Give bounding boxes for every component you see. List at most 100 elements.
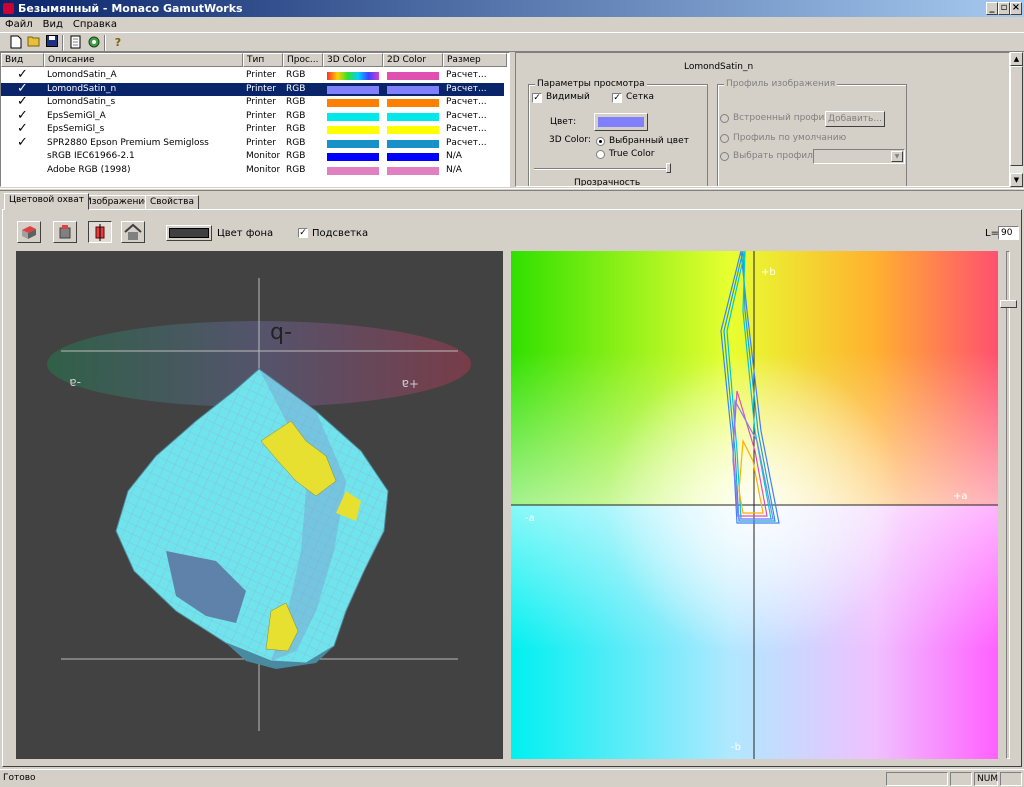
profile-type: Printer: [246, 97, 276, 107]
scroll-down-arrow[interactable]: ▼: [1010, 173, 1023, 187]
document-icon[interactable]: [68, 35, 84, 50]
new-file-icon[interactable]: [8, 35, 24, 50]
embedded-profile-radio[interactable]: [720, 114, 729, 123]
visibility-check[interactable]: ✓: [17, 110, 28, 122]
list-row[interactable]: ✓ EpsSemiGl_A Printer RGB Расчет...: [1, 110, 504, 123]
grid-checkbox[interactable]: ✓: [612, 93, 622, 103]
save-icon[interactable]: [44, 35, 60, 50]
visibility-check[interactable]: ✓: [17, 137, 28, 149]
chevron-down-icon: ▼: [891, 151, 903, 162]
color-3d-swatch[interactable]: [327, 166, 379, 175]
col-header-type[interactable]: Тип: [243, 53, 283, 67]
profile-type: Printer: [246, 137, 276, 148]
transparency-slider[interactable]: [534, 168, 670, 170]
menu-help[interactable]: Справка: [68, 19, 122, 30]
minimize-button-face[interactable]: _: [986, 2, 998, 15]
tab-gamut[interactable]: Цветовой охват: [4, 193, 89, 210]
profile-name: EpsSemiGl_A: [47, 110, 106, 121]
lightness-input[interactable]: 90: [998, 226, 1019, 240]
col-header-space[interactable]: Прос...: [283, 53, 323, 67]
tab-properties[interactable]: Свойства: [145, 195, 199, 210]
col-header-3d-color[interactable]: 3D Color: [323, 53, 383, 67]
color-3d-swatch[interactable]: [327, 85, 379, 94]
menu-view[interactable]: Вид: [38, 19, 68, 30]
open-folder-icon[interactable]: [26, 35, 42, 50]
col-header-view[interactable]: Вид: [1, 53, 44, 67]
highlight-checkbox[interactable]: ✓: [298, 228, 308, 238]
help-icon[interactable]: ?: [110, 35, 126, 50]
profile-name: LomondSatin_A: [47, 70, 117, 80]
selected-color-radio[interactable]: [596, 137, 605, 146]
minus-b-label: -b: [270, 321, 292, 346]
view-2d-slice-button[interactable]: [88, 221, 112, 243]
status-text: Готово: [3, 773, 36, 783]
color-3d-swatch[interactable]: [327, 126, 379, 134]
profile-space: RGB: [286, 70, 306, 80]
view-params-legend: Параметры просмотра: [535, 78, 647, 90]
lightness-slider-thumb[interactable]: [1000, 300, 1017, 308]
color-picker-button[interactable]: [594, 113, 648, 131]
lightness-slider-track[interactable]: [1006, 251, 1010, 759]
scroll-thumb[interactable]: [1010, 66, 1023, 166]
color-2d-swatch[interactable]: [387, 85, 439, 94]
profile-list[interactable]: Вид Описание Тип Прос... 3D Color 2D Col…: [0, 52, 510, 187]
profile-name: LomondSatin_s: [47, 97, 116, 107]
color-3d-swatch[interactable]: [327, 72, 379, 80]
toolbar-separator: [104, 35, 106, 51]
color-2d-swatch[interactable]: [387, 153, 439, 161]
view-3d-solid-button[interactable]: [17, 221, 41, 243]
visibility-check[interactable]: ✓: [17, 123, 28, 135]
close-button[interactable]: ×: [1010, 2, 1022, 15]
col-header-2d-color[interactable]: 2D Color: [383, 53, 443, 67]
profile-name: Adobe RGB (1998): [47, 164, 131, 175]
background-color-button[interactable]: [166, 225, 212, 241]
col-header-description[interactable]: Описание: [44, 53, 243, 67]
color-3d-swatch[interactable]: [327, 139, 379, 148]
col-header-size[interactable]: Размер: [443, 53, 507, 67]
color-2d-swatch[interactable]: [387, 112, 439, 121]
add-profile-button[interactable]: Добавить...: [825, 111, 885, 127]
refresh-icon[interactable]: [86, 35, 102, 50]
list-row[interactable]: ✓ SPR2880 Epson Premium Semigloss Printer R…: [1, 137, 504, 150]
color-2d-swatch[interactable]: [387, 99, 439, 107]
profile-space: RGB: [286, 110, 306, 121]
visibility-check[interactable]: ✓: [17, 96, 28, 108]
gamut-2d-view[interactable]: +b -b -a +a: [511, 251, 998, 759]
color-2d-swatch[interactable]: [387, 126, 439, 134]
list-row[interactable]: ✓ LomondSatin_A Printer RGB Расчет...: [1, 69, 504, 82]
splitter[interactable]: [0, 188, 1024, 191]
list-row[interactable]: ✓ LomondSatin_n Printer RGB Расчет...: [1, 82, 504, 96]
list-row[interactable]: Adobe RGB (1998) Monitor RGB N/A: [1, 164, 504, 177]
profile-type: Printer: [246, 83, 276, 94]
choose-profile-radio[interactable]: [720, 152, 729, 161]
gamut-3d-view[interactable]: -b -a +a: [16, 251, 503, 759]
color-2d-swatch[interactable]: [387, 139, 439, 148]
tab-image[interactable]: Изображение: [80, 195, 155, 210]
plus-a-label: +a: [953, 491, 968, 502]
home-view-button[interactable]: [121, 221, 145, 243]
color-3d-swatch[interactable]: [327, 99, 379, 107]
color-2d-swatch[interactable]: [387, 166, 439, 175]
visible-checkbox[interactable]: ✓: [532, 93, 542, 103]
visible-label: Видимый: [546, 92, 590, 102]
list-row[interactable]: ✓ LomondSatin_s Printer RGB Расчет...: [1, 96, 504, 109]
properties-panel: LomondSatin_n Параметры просмотра ✓ Види…: [515, 52, 1010, 187]
properties-scrollbar[interactable]: ▲ ▼: [1010, 52, 1023, 187]
visibility-check[interactable]: ✓: [17, 69, 28, 81]
color-3d-swatch[interactable]: [327, 153, 379, 161]
list-row[interactable]: ✓ EpsSemiGl_s Printer RGB Расчет...: [1, 123, 504, 136]
profile-name: SPR2880 Epson Premium Semigloss: [47, 137, 209, 148]
true-color-radio[interactable]: [596, 150, 605, 159]
list-row[interactable]: sRGB IEC61966-2.1 Monitor RGB N/A: [1, 150, 504, 163]
profile-select[interactable]: ▼: [813, 149, 905, 164]
maximize-button[interactable]: ▫: [998, 2, 1010, 15]
menu-file[interactable]: Файл: [0, 19, 38, 30]
visibility-check[interactable]: ✓: [17, 83, 28, 95]
default-profile-radio[interactable]: [720, 134, 729, 143]
transparency-slider-thumb[interactable]: [666, 163, 671, 173]
scroll-up-arrow[interactable]: ▲: [1010, 52, 1023, 66]
num-lock-indicator: NUM: [974, 772, 998, 786]
color-3d-swatch[interactable]: [327, 112, 379, 121]
color-2d-swatch[interactable]: [387, 72, 439, 80]
view-3d-box-button[interactable]: [53, 221, 77, 243]
